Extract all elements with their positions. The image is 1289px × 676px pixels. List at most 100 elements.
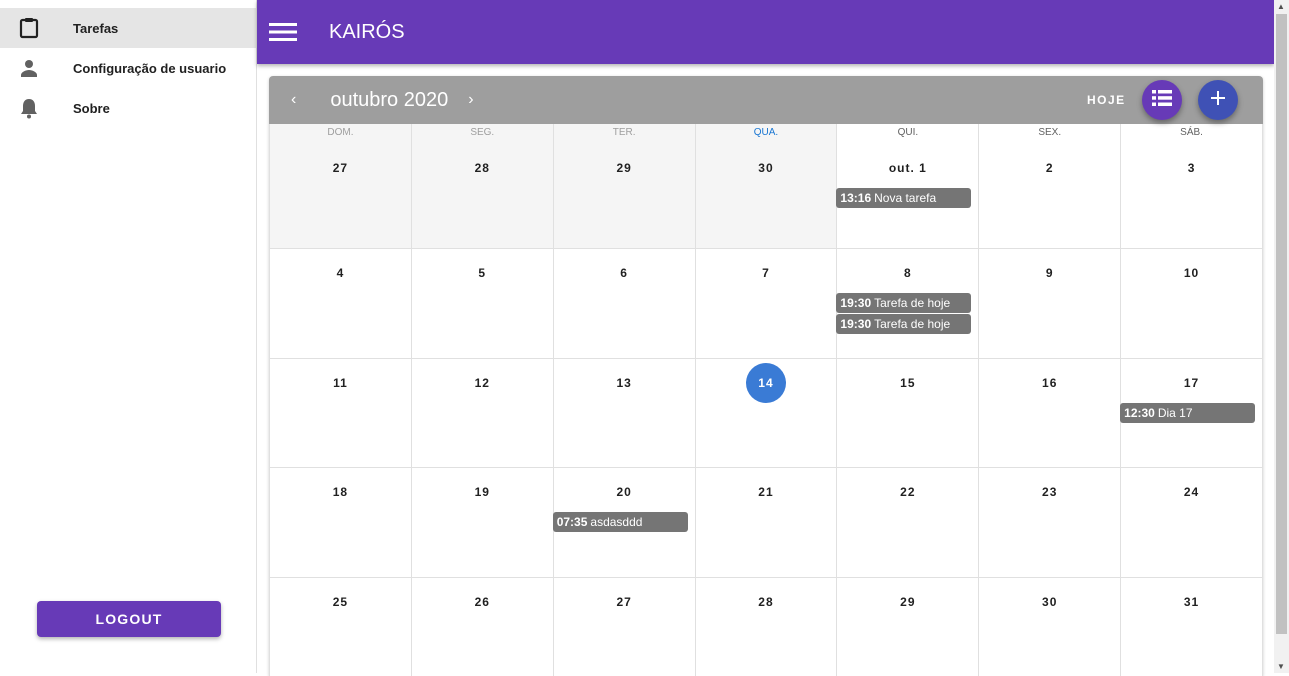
day-cell[interactable]: 23: [979, 468, 1121, 578]
day-number[interactable]: 30: [746, 148, 786, 188]
day-number[interactable]: 11: [320, 363, 360, 403]
day-cell[interactable]: 9: [979, 249, 1121, 359]
day-number[interactable]: 15: [888, 363, 928, 403]
sidebar-item-configuracao[interactable]: Configuração de usuario: [0, 48, 256, 88]
next-month-button[interactable]: ›: [468, 91, 473, 109]
month-grid: DOM.27SEG.28TER.29QUA.30QUI.out. 113:16N…: [269, 124, 1263, 676]
day-cell[interactable]: 31: [1121, 578, 1263, 676]
day-cell[interactable]: 15: [837, 359, 979, 469]
day-number[interactable]: 10: [1172, 253, 1212, 293]
day-cell[interactable]: QUA.30: [696, 124, 838, 249]
day-cell[interactable]: 27: [554, 578, 696, 676]
day-number[interactable]: 4: [320, 253, 360, 293]
list-view-button[interactable]: [1142, 80, 1182, 120]
weekday-label: SEG.: [412, 124, 553, 148]
day-cell[interactable]: 5: [412, 249, 554, 359]
day-cell[interactable]: 22: [837, 468, 979, 578]
day-cell[interactable]: 12: [412, 359, 554, 469]
day-number[interactable]: 5: [462, 253, 502, 293]
event-chip[interactable]: 07:35asdasddd: [553, 512, 688, 532]
day-cell[interactable]: DOM.27: [270, 124, 412, 249]
sidebar-item-label: Configuração de usuario: [73, 61, 226, 76]
event-time: 19:30: [840, 296, 871, 310]
day-number[interactable]: 6: [604, 253, 644, 293]
weekday-label: TER.: [554, 124, 695, 148]
day-number[interactable]: 8: [888, 253, 928, 293]
day-number[interactable]: 29: [888, 582, 928, 622]
day-cell[interactable]: 1712:30Dia 17: [1121, 359, 1263, 469]
day-cell[interactable]: 13: [554, 359, 696, 469]
day-number[interactable]: 22: [888, 472, 928, 512]
day-cell[interactable]: 6: [554, 249, 696, 359]
event-name: Nova tarefa: [874, 191, 936, 205]
day-cell[interactable]: 25: [270, 578, 412, 676]
day-cell[interactable]: 4: [270, 249, 412, 359]
event-time: 13:16: [840, 191, 871, 205]
today-button[interactable]: HOJE: [1087, 93, 1126, 107]
day-cell[interactable]: 26: [412, 578, 554, 676]
day-cell[interactable]: TER.29: [554, 124, 696, 249]
day-cell[interactable]: 28: [696, 578, 838, 676]
day-cell[interactable]: 16: [979, 359, 1121, 469]
day-number[interactable]: 3: [1172, 148, 1212, 188]
day-cell[interactable]: 21: [696, 468, 838, 578]
day-cell[interactable]: 19: [412, 468, 554, 578]
day-number[interactable]: 31: [1172, 582, 1212, 622]
day-number[interactable]: 27: [320, 148, 360, 188]
list-icon: [1152, 90, 1172, 111]
day-cell[interactable]: 7: [696, 249, 838, 359]
day-number[interactable]: 26: [462, 582, 502, 622]
day-number[interactable]: 27: [604, 582, 644, 622]
day-number[interactable]: 12: [462, 363, 502, 403]
event-chip[interactable]: 19:30Tarefa de hoje: [836, 293, 971, 313]
day-number[interactable]: 18: [320, 472, 360, 512]
day-cell[interactable]: 2007:35asdasddd: [554, 468, 696, 578]
event-chip[interactable]: 13:16Nova tarefa: [836, 188, 971, 208]
day-number[interactable]: 30: [1030, 582, 1070, 622]
day-number[interactable]: 23: [1030, 472, 1070, 512]
day-cell[interactable]: 24: [1121, 468, 1263, 578]
day-number[interactable]: 28: [746, 582, 786, 622]
day-cell[interactable]: SEG.28: [412, 124, 554, 249]
scrollbar[interactable]: ▲ ▼: [1274, 0, 1289, 673]
day-cell[interactable]: 14: [696, 359, 838, 469]
day-number[interactable]: 29: [604, 148, 644, 188]
day-number[interactable]: 25: [320, 582, 360, 622]
day-cell[interactable]: 819:30Tarefa de hoje19:30Tarefa de hoje: [837, 249, 979, 359]
day-cell[interactable]: 29: [837, 578, 979, 676]
day-number[interactable]: 9: [1030, 253, 1070, 293]
weekday-label: QUA.: [696, 124, 837, 148]
day-cell[interactable]: 30: [979, 578, 1121, 676]
day-cell[interactable]: 11: [270, 359, 412, 469]
weekday-label: QUI.: [837, 124, 978, 148]
day-cell[interactable]: SÁB.3: [1121, 124, 1263, 249]
event-chip[interactable]: 12:30Dia 17: [1120, 403, 1255, 423]
prev-month-button[interactable]: ‹: [291, 91, 296, 109]
day-number[interactable]: 21: [746, 472, 786, 512]
today-day-number[interactable]: 14: [746, 363, 786, 403]
day-number[interactable]: 13: [604, 363, 644, 403]
day-cell[interactable]: 10: [1121, 249, 1263, 359]
day-number[interactable]: 7: [746, 253, 786, 293]
day-cell[interactable]: SEX.2: [979, 124, 1121, 249]
weekday-label: DOM.: [270, 124, 411, 148]
day-number[interactable]: out. 1: [888, 148, 928, 188]
day-number[interactable]: 17: [1172, 363, 1212, 403]
sidebar-item-tarefas[interactable]: Tarefas: [0, 8, 256, 48]
day-number[interactable]: 20: [604, 472, 644, 512]
day-cell[interactable]: 18: [270, 468, 412, 578]
day-number[interactable]: 28: [462, 148, 502, 188]
day-number[interactable]: 2: [1030, 148, 1070, 188]
add-task-button[interactable]: [1198, 80, 1238, 120]
scrollbar-thumb[interactable]: [1276, 14, 1287, 634]
scroll-up-icon[interactable]: ▲: [1277, 2, 1285, 11]
day-number[interactable]: 16: [1030, 363, 1070, 403]
sidebar-item-sobre[interactable]: Sobre: [0, 88, 256, 128]
day-number[interactable]: 19: [462, 472, 502, 512]
hamburger-menu-icon[interactable]: [269, 22, 325, 42]
scroll-down-icon[interactable]: ▼: [1277, 662, 1285, 671]
day-cell[interactable]: QUI.out. 113:16Nova tarefa: [837, 124, 979, 249]
day-number[interactable]: 24: [1172, 472, 1212, 512]
event-chip[interactable]: 19:30Tarefa de hoje: [836, 314, 971, 334]
logout-button[interactable]: LOGOUT: [37, 601, 221, 637]
